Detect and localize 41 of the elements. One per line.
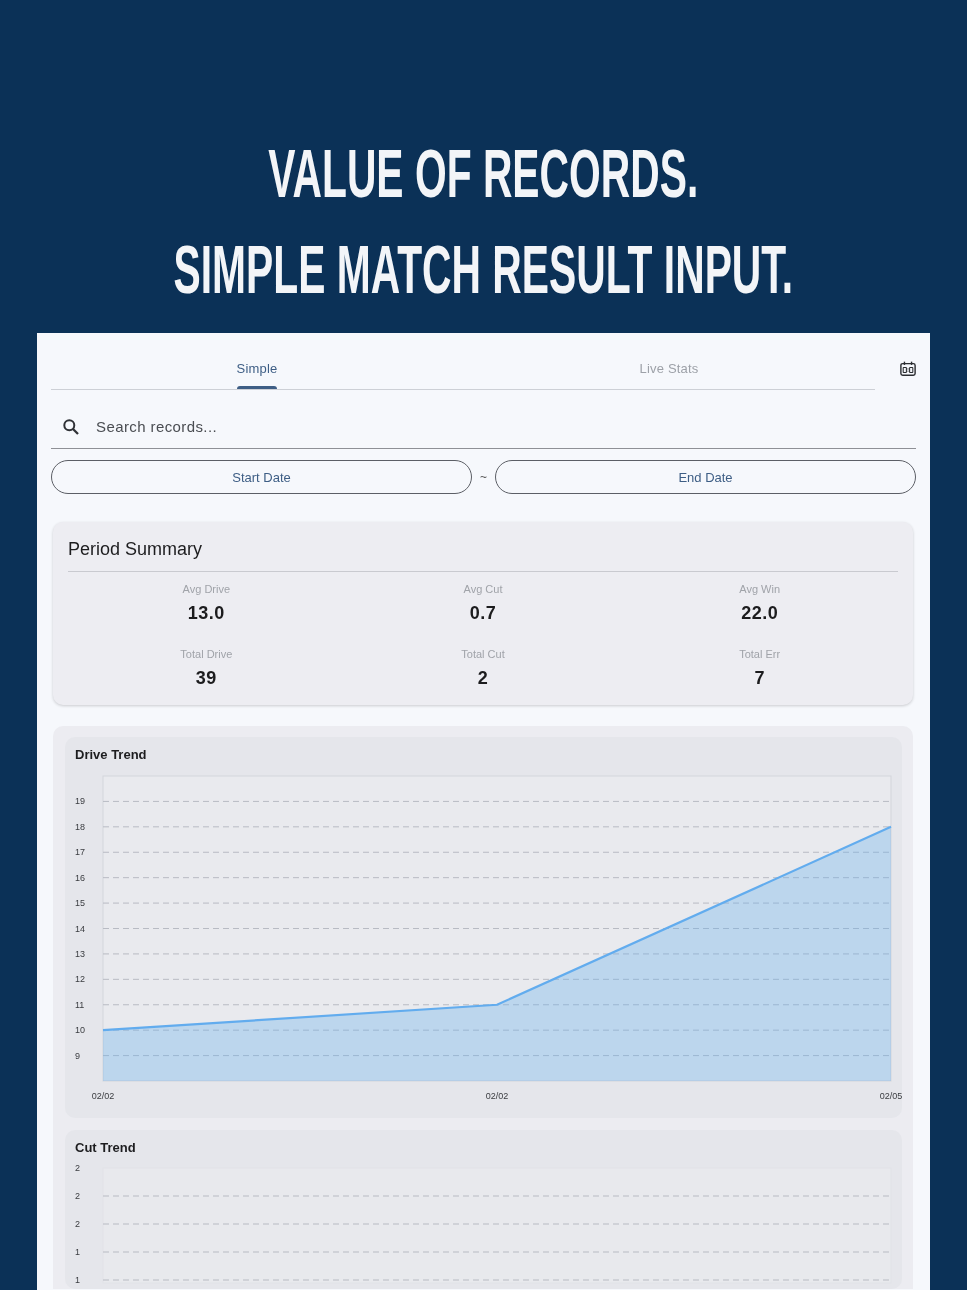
- axis-label: 02/05: [879, 1091, 902, 1101]
- stat-value: 0.7: [469, 602, 497, 624]
- headline-text: VALUE OF RECORDS.: [268, 134, 699, 213]
- axis-label: 12: [75, 974, 85, 985]
- stat-label: Total Drive: [180, 647, 233, 661]
- stat-label: Avg Drive: [182, 582, 231, 596]
- stat-value: 39: [195, 667, 217, 689]
- axis-label: 14: [75, 923, 85, 934]
- axis-label: 1: [75, 1275, 80, 1285]
- axis-label: 02/02: [485, 1091, 509, 1101]
- axis-label: 18: [75, 821, 85, 832]
- axis-label: 19: [75, 796, 85, 807]
- search-field[interactable]: Search records...: [96, 406, 916, 447]
- axis-label: 11: [75, 999, 85, 1010]
- axis-label: 2: [75, 1191, 80, 1201]
- axis-label: 13: [75, 948, 85, 959]
- headline-text: SIMPLE MATCH RESULT INPUT.: [173, 230, 794, 309]
- axis-label: 15: [75, 898, 85, 909]
- card-title: Period Summary: [68, 539, 204, 559]
- chart-title: Cut Trend: [75, 1140, 136, 1156]
- axis-label: 1: [75, 1247, 80, 1257]
- axis-label: 02/02: [91, 1091, 115, 1101]
- stat-label: Avg Win: [739, 582, 781, 596]
- stat-value: 7: [754, 667, 765, 689]
- range-separator: ~: [479, 470, 488, 484]
- axis-label: 16: [75, 872, 85, 883]
- stat-value: 13.0: [187, 602, 225, 624]
- stat-label: Total Err: [739, 647, 781, 661]
- axis-label: 9: [75, 1050, 80, 1061]
- stat-value: 2: [477, 667, 489, 689]
- axis-label: 17: [75, 847, 85, 858]
- chart-title: Drive Trend: [75, 747, 147, 763]
- stat-label: Total Cut: [461, 647, 505, 661]
- axis-label: 2: [75, 1163, 80, 1173]
- axis-label: 10: [75, 1025, 85, 1036]
- tab[interactable]: Simple: [51, 333, 463, 389]
- calendar-icon[interactable]: [900, 360, 916, 377]
- stat-value: 22.0: [741, 602, 779, 624]
- axis-label: 2: [75, 1219, 80, 1229]
- search-icon: [63, 418, 79, 435]
- stat-label: Avg Cut: [463, 582, 503, 596]
